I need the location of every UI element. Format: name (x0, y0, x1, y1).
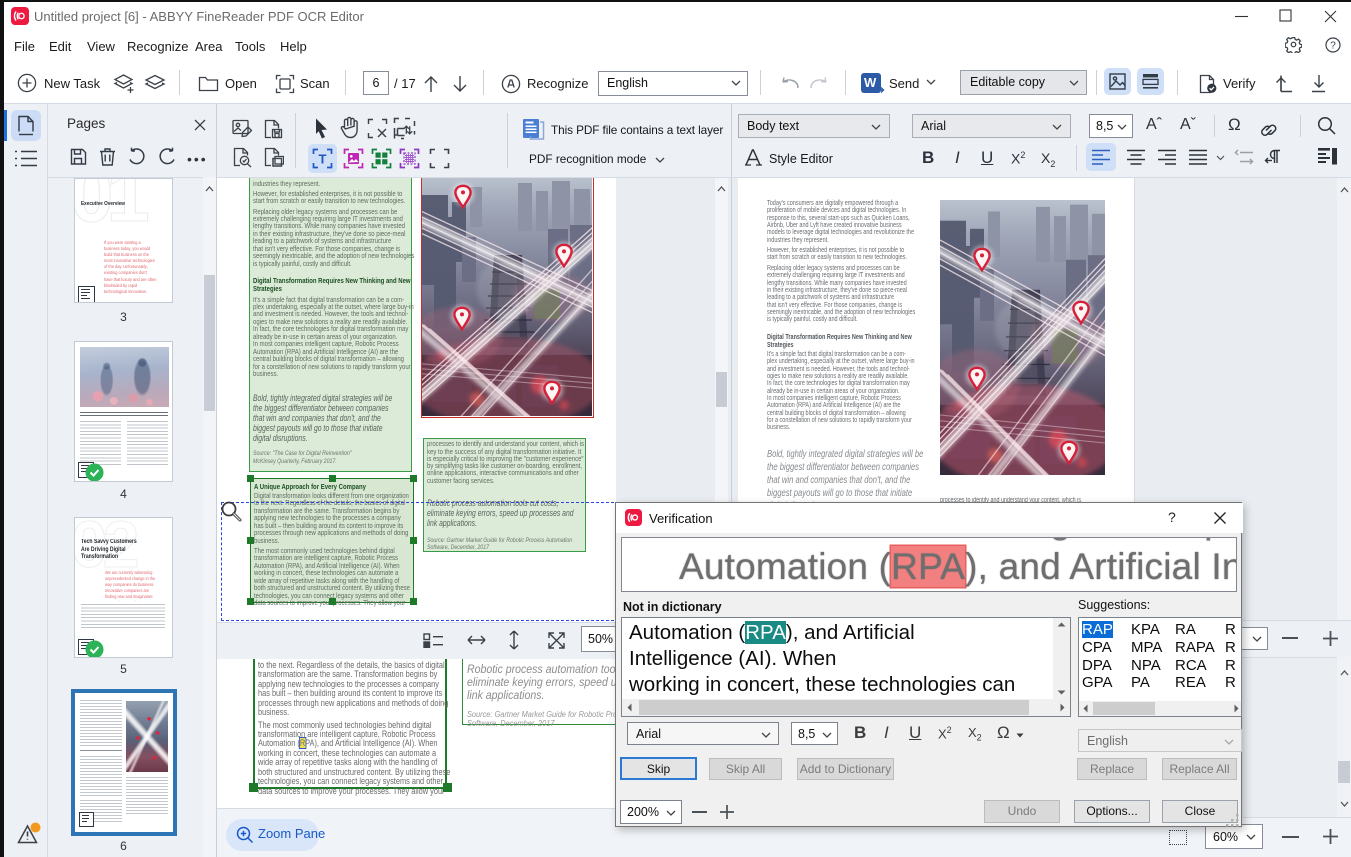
svg-text:?: ? (1330, 41, 1336, 52)
svg-text:T: T (319, 152, 327, 167)
